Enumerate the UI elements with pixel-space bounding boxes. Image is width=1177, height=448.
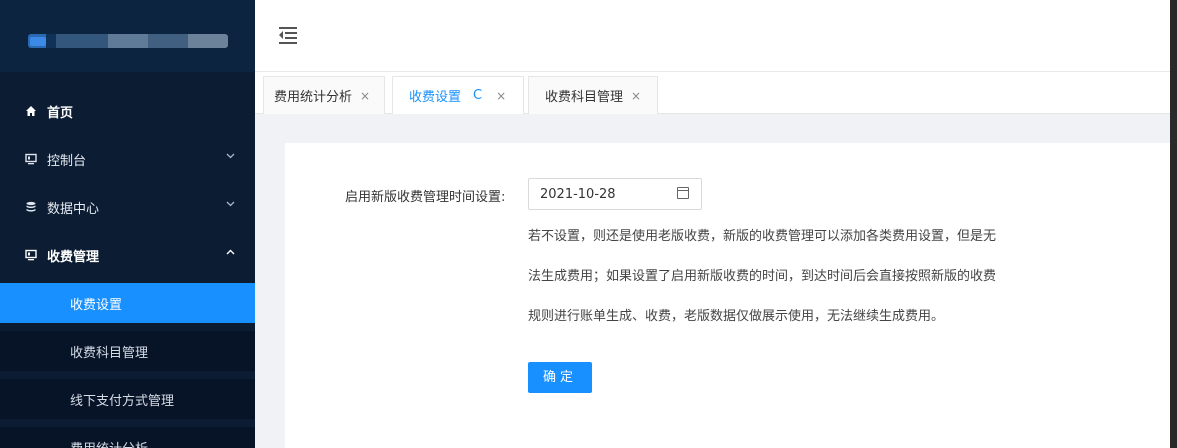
top-header	[255, 0, 1177, 72]
blurred-logo	[28, 34, 228, 48]
sidebar-item-console[interactable]: 控制台	[0, 135, 255, 183]
sidebar-subitem-fee-statistics[interactable]: 费用统计分析	[0, 427, 255, 448]
tab-bar: 费用统计分析 × 收费设置 C × 收费科目管理 ×	[255, 72, 1177, 114]
sidebar-item-label: 数据中心	[47, 201, 100, 217]
tab-label: 费用统计分析	[274, 90, 353, 105]
sidebar-subitem-offline-payment[interactable]: 线下支付方式管理	[0, 379, 255, 419]
tab-fee-settings[interactable]: 收费设置 C ×	[392, 76, 524, 114]
sidebar-item-label: 收费管理	[47, 249, 100, 265]
monitor-icon	[25, 153, 37, 165]
close-icon[interactable]: ×	[631, 89, 641, 103]
home-icon	[25, 105, 37, 117]
calendar-icon[interactable]	[677, 187, 689, 199]
confirm-button[interactable]: 确定	[528, 362, 592, 393]
chevron-down-icon	[226, 200, 235, 210]
refresh-icon[interactable]: C	[473, 88, 482, 103]
sidebar-item-label: 收费设置	[70, 297, 123, 313]
logo-area	[0, 0, 255, 72]
sidebar-item-data-center[interactable]: 数据中心	[0, 183, 255, 231]
tab-fee-subjects[interactable]: 收费科目管理 ×	[528, 76, 658, 114]
sidebar-item-home[interactable]: 首页	[0, 87, 255, 135]
help-text-line: 法生成费用；如果设置了启用新版收费的时间，到达时间后会直接按照新版的收费	[528, 269, 997, 284]
sidebar-item-label: 控制台	[47, 153, 87, 169]
help-text-line: 若不设置，则还是使用老版收费，新版的收费管理可以添加各类费用设置，但是无	[528, 229, 997, 244]
date-value: 2021-10-28	[540, 186, 616, 202]
close-icon[interactable]: ×	[360, 89, 370, 103]
sidebar: 首页 控制台 数据中心 收费管理 收费设置 收费科目管理 线下支付方式管理	[0, 0, 255, 448]
database-icon	[25, 201, 37, 213]
tab-label: 收费科目管理	[545, 90, 624, 105]
menu-fold-icon[interactable]	[279, 27, 297, 44]
tab-label: 收费设置	[409, 90, 462, 105]
help-text-line: 规则进行账单生成、收费，老版数据仅做展示使用，无法继续生成费用。	[528, 309, 945, 324]
sidebar-item-label: 首页	[47, 105, 74, 121]
sidebar-item-label: 线下支付方式管理	[70, 393, 175, 409]
chevron-down-icon	[226, 152, 235, 162]
sidebar-item-fee-management[interactable]: 收费管理	[0, 231, 255, 279]
sidebar-subitem-fee-settings[interactable]: 收费设置	[0, 283, 255, 323]
date-picker-input[interactable]: 2021-10-28	[528, 178, 702, 210]
chevron-up-icon	[226, 248, 235, 258]
monitor-icon	[25, 249, 37, 261]
tab-fee-statistics[interactable]: 费用统计分析 ×	[263, 76, 385, 114]
sidebar-subitem-fee-subjects[interactable]: 收费科目管理	[0, 331, 255, 371]
sidebar-item-label: 收费科目管理	[70, 345, 149, 361]
sidebar-item-label: 费用统计分析	[70, 438, 148, 448]
app-window: 首页 控制台 数据中心 收费管理 收费设置 收费科目管理 线下支付方式管理 费用…	[0, 0, 1177, 448]
form-label-new-fee-start-time: 启用新版收费管理时间设置:	[345, 190, 506, 205]
window-edge	[1170, 0, 1177, 448]
logo-mark	[30, 37, 46, 46]
close-icon[interactable]: ×	[496, 89, 506, 103]
